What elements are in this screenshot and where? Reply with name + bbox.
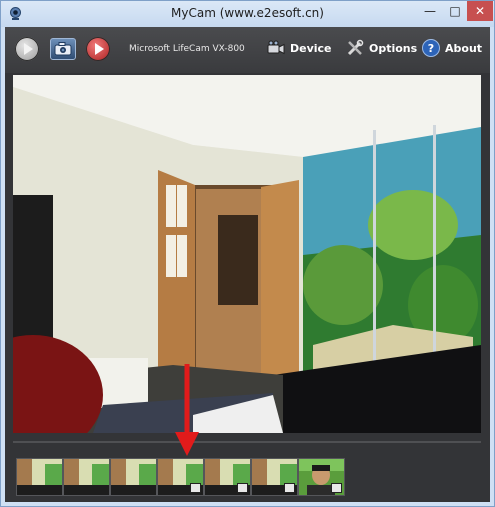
options-menu[interactable]: Options [346, 39, 417, 57]
thumbnail-video[interactable] [204, 458, 251, 496]
video-indicator-icon [331, 483, 342, 493]
video-indicator-icon [237, 483, 248, 493]
snapshot-button[interactable] [50, 38, 76, 60]
camera-frame-image [13, 75, 481, 433]
thumbnail-photo[interactable] [63, 458, 110, 496]
toolbar: Microsoft LifeCam VX-800 Device Options … [5, 27, 490, 73]
video-camera-icon [267, 39, 285, 57]
record-button[interactable] [86, 37, 110, 61]
camera-preview [13, 75, 481, 433]
play-icon [24, 43, 33, 55]
device-menu[interactable]: Device [267, 39, 332, 57]
title-bar: MyCam (www.e2esoft.cn) — □ ✕ [1, 1, 494, 27]
thumbnail-divider [13, 441, 481, 443]
thumbnail-photo[interactable] [110, 458, 157, 496]
client-area: Microsoft LifeCam VX-800 Device Options … [5, 27, 490, 502]
about-label: About [445, 41, 483, 55]
thumbnail-video[interactable] [251, 458, 298, 496]
tools-icon [346, 39, 364, 57]
video-indicator-icon [284, 483, 295, 493]
minimize-icon: — [424, 4, 436, 18]
help-icon: ? [422, 39, 440, 57]
maximize-icon: □ [449, 4, 461, 18]
record-icon [95, 43, 104, 55]
red-arrow-annotation [175, 364, 199, 456]
device-label: Device [290, 41, 332, 55]
options-label: Options [369, 41, 418, 55]
thumbnail-photo[interactable] [16, 458, 63, 496]
about-menu[interactable]: ? About [422, 39, 482, 57]
camera-snapshot-icon [54, 42, 72, 56]
video-indicator-icon [190, 483, 201, 493]
app-window: MyCam (www.e2esoft.cn) — □ ✕ Microsoft L… [0, 0, 495, 507]
thumbnail-video[interactable] [157, 458, 204, 496]
close-button[interactable]: ✕ [467, 1, 493, 21]
minimize-button[interactable]: — [417, 1, 443, 21]
close-icon: ✕ [474, 4, 486, 18]
camera-name: Microsoft LifeCam VX-800 [129, 44, 245, 54]
thumbnail-video[interactable] [298, 458, 345, 496]
play-button[interactable] [15, 37, 39, 61]
maximize-button[interactable]: □ [443, 1, 467, 21]
